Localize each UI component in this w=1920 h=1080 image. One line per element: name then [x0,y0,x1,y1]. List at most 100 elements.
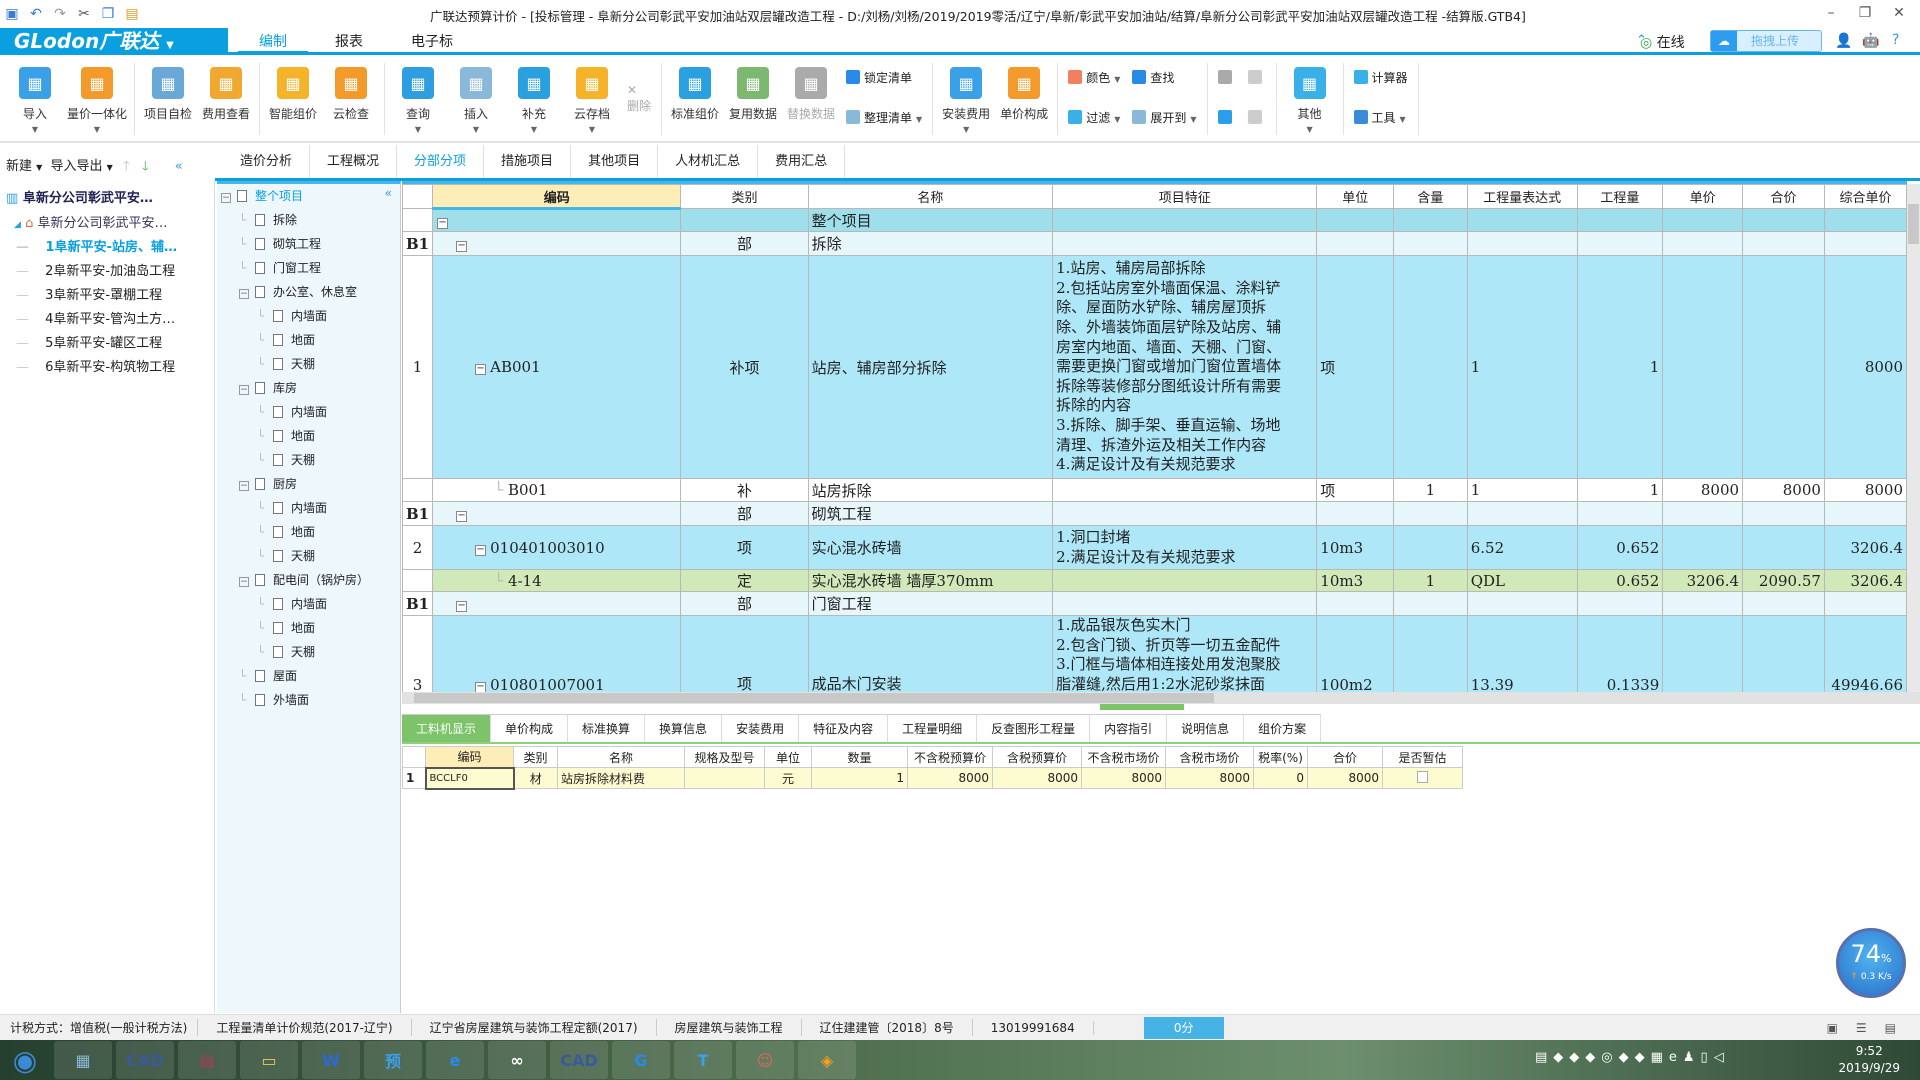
network-speed-gauge[interactable]: 74% ↑ 0.3 K/s [1836,928,1906,998]
cell-code[interactable]: − [432,591,682,616]
grid-row-section[interactable]: B1 − 部 门窗工程 [401,591,1908,616]
division-tree-item[interactable]: └ 屋面 [217,664,400,688]
cell-unit[interactable]: 10m3 [1316,569,1395,592]
cell-qty[interactable]: 1 [1576,478,1664,502]
cell-content[interactable] [1393,255,1468,479]
cell-num[interactable]: B1 [401,591,434,616]
resource-column-header[interactable]: 编码 [425,746,514,768]
new-button[interactable]: 新建 ▼ [6,159,42,174]
organize-list-button[interactable]: 整理清单 ▼ [846,109,922,126]
cell-price[interactable]: 3206.4 [1662,569,1744,592]
fee-view-button[interactable]: ▦ 费用查看 [197,57,255,141]
cell-expr[interactable]: QDL [1466,569,1578,592]
division-tree-item[interactable]: └ 地面 [217,424,400,448]
resource-cell-qty[interactable]: 1 [811,767,908,789]
division-tree-item[interactable]: └ 门窗工程 [217,256,400,280]
collapse-toggle-icon[interactable]: − [475,364,487,375]
supplement-button[interactable]: ▦ 补充 ▼ [505,57,563,141]
division-tree-item[interactable]: └ 天棚 [217,544,400,568]
cell-code[interactable]: −010801007001 [432,614,682,696]
column-header-content[interactable]: 含量 [1393,184,1468,209]
cell-code[interactable]: − [432,208,682,232]
tab-5[interactable]: 人材机汇总 [658,145,759,178]
division-tree-item[interactable]: └ 地面 [217,520,400,544]
cell-qty[interactable]: 0.652 [1576,569,1664,592]
cell-num[interactable]: 1 [401,255,434,479]
cell-type[interactable]: 部 [680,231,809,256]
detail-tab-3[interactable]: 换算信息 [645,714,723,742]
resource-column-header[interactable]: 含税市场价 [1165,746,1254,768]
avatar-app-icon[interactable]: ☺ [736,1041,794,1079]
cell-num[interactable] [401,569,434,592]
cut-icon[interactable]: ✂ [75,5,93,23]
division-tree-item[interactable]: └ 地面 [217,328,400,352]
collapse-toggle-icon[interactable]: − [239,289,249,299]
detail-tab-6[interactable]: 工程量明细 [888,714,978,742]
cell-comp[interactable] [1823,231,1908,256]
cell-expr[interactable] [1466,591,1578,616]
cell-price[interactable] [1662,208,1744,232]
tab-6[interactable]: 费用汇总 [758,145,846,178]
division-tree-item[interactable]: └ 天棚 [217,352,400,376]
cell-total[interactable] [1742,614,1825,696]
provisional-checkbox[interactable] [1417,770,1428,783]
cell-feature[interactable]: 1.成品银灰色实木门 2.包含门锁、折页等一切五金配件 3.门框与墙体相连接处用… [1052,614,1318,696]
tab-2[interactable]: 分部分项 [397,145,485,178]
cell-qty[interactable] [1576,501,1664,526]
cell-comp[interactable]: 3206.4 [1823,569,1908,592]
grid-row-item[interactable]: 2 −010401003010 项 实心混水砖墙 1.洞口封堵 2.满足设计及有关规范要… [401,525,1908,570]
color-button[interactable]: 颜色 ▼ [1068,69,1120,86]
cell-qty[interactable]: 0.1339 [1576,614,1664,696]
find-button[interactable]: 查找 [1132,69,1196,86]
detail-tab-7[interactable]: 反查图形工程量 [977,714,1091,742]
cell-code[interactable]: └ B001 [432,478,682,502]
division-tree-item[interactable]: └ 内墙面 [217,400,400,424]
horizontal-scrollbar[interactable] [402,692,1920,704]
division-tree-item[interactable]: − 配电间（锅炉房） [217,568,400,592]
detail-tab-0[interactable]: 工料机显示 [402,714,492,742]
online-status[interactable]: ◎ 在线 [1640,32,1685,52]
cell-name[interactable]: 成品木门安装 [807,614,1054,696]
undo-icon[interactable]: ↶ [27,5,45,23]
tools-button[interactable]: 工具 ▼ [1353,109,1408,126]
tab-4[interactable]: 其他项目 [571,145,659,178]
glodon-budget-icon[interactable]: 预 [364,1041,422,1079]
move-up-button[interactable] [1217,69,1236,85]
cell-expr[interactable]: 1 [1466,255,1578,479]
collapse-toggle-icon[interactable]: − [239,577,249,587]
unit-project-item[interactable]: — 4阜新平安-管沟土方… [0,308,214,332]
cell-content[interactable] [1393,501,1468,526]
resource-cell-type[interactable]: 材 [513,767,558,789]
cell-unit[interactable]: 项 [1316,255,1395,479]
cell-name[interactable]: 站房、辅房部分拆除 [807,255,1054,479]
collapse-toggle-icon[interactable]: − [456,240,468,252]
cell-expr[interactable] [1466,208,1578,232]
cell-feature[interactable] [1052,569,1318,592]
unit-price-button[interactable]: ▦ 单价构成 [995,57,1053,141]
resource-cell-p3[interactable]: 8000 [1081,767,1166,789]
cell-comp[interactable] [1823,591,1908,616]
move-right-button[interactable] [1247,109,1266,125]
cell-total[interactable] [1742,255,1825,479]
paste-icon[interactable]: ▤ [123,5,141,23]
cell-code[interactable]: − AB001 [432,255,682,479]
unit-project-item[interactable]: — 5阜新平安-罐区工程 [0,332,214,356]
delete-button[interactable]: ✕ 删除 [621,57,657,137]
grid-row-whole[interactable]: − 整个项目 [401,208,1908,232]
cell-price[interactable] [1662,231,1744,256]
cell-comp[interactable] [1823,501,1908,526]
cell-num[interactable]: B1 [401,231,434,256]
cell-price[interactable]: 8000 [1662,478,1744,502]
calculator-icon[interactable]: ▦ [54,1041,112,1079]
cell-feature[interactable]: 1.站房、辅房局部拆除 2.包括站房室外墙面保温、涂料铲 除、屋面防水铲除、辅房… [1052,255,1318,479]
standard-pricing-button[interactable]: ▦ 标准组价 [666,57,724,141]
cell-name[interactable]: 实心混水砖墙 [807,525,1054,570]
tab-1[interactable]: 工程概况 [310,145,398,178]
price-integration-button[interactable]: ▦ 量价一体化 ▼ [64,57,130,141]
ie-icon[interactable]: e [426,1041,484,1079]
grid-row-section[interactable]: B1 − 部 拆除 [401,231,1908,256]
cell-total[interactable] [1742,525,1825,570]
cell-type[interactable]: 项 [680,614,809,696]
view-mode-icons[interactable]: ▣☰▤ [1827,1021,1920,1035]
reuse-data-button[interactable]: ▦ 复用数据 [724,57,782,141]
